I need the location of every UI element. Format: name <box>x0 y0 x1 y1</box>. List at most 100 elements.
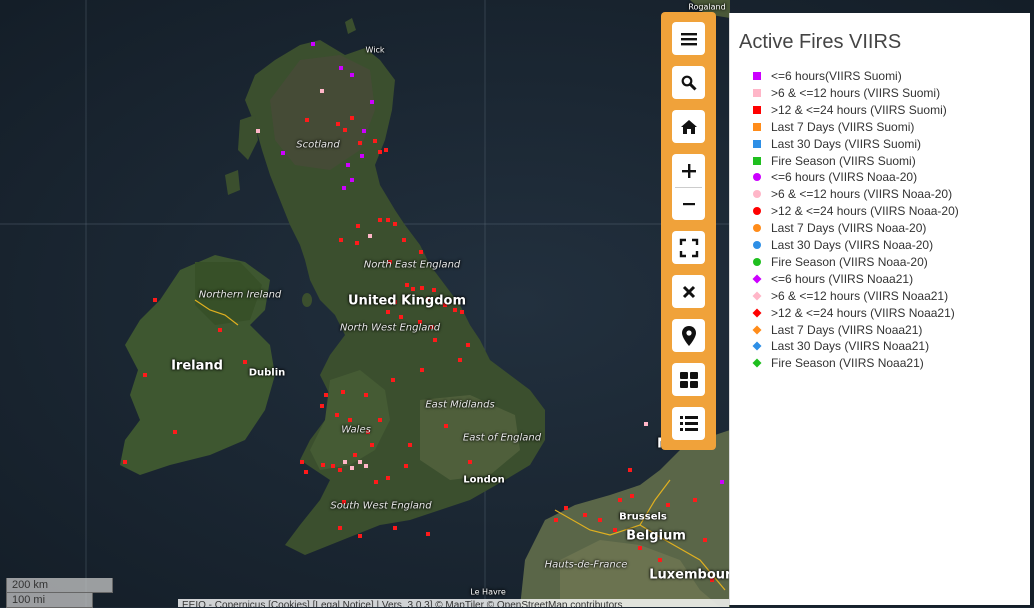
fire-point <box>554 518 558 522</box>
fire-point <box>458 358 462 362</box>
legend-item-label: Last 7 Days (VIIRS Noaa-20) <box>771 221 927 236</box>
fire-point <box>658 558 662 562</box>
fire-point <box>402 238 406 242</box>
legend-item: Last 30 Days (VIIRS Suomi) <box>750 136 921 152</box>
fire-point <box>466 343 470 347</box>
grid-icon <box>679 371 698 388</box>
fire-point <box>350 178 354 182</box>
fire-point <box>243 360 247 364</box>
fire-point <box>408 443 412 447</box>
legend-item: Last 30 Days (VIIRS Noaa21) <box>750 338 929 354</box>
fire-point <box>281 151 285 155</box>
fire-point <box>564 506 568 510</box>
fire-point <box>386 476 390 480</box>
place-label-dublin: Dublin <box>248 367 286 379</box>
fire-point <box>355 241 359 245</box>
legend-symbol-diamond <box>752 308 762 318</box>
place-label-wick: Wick <box>365 45 385 55</box>
fire-point <box>320 404 324 408</box>
fire-point <box>411 287 415 291</box>
fire-point <box>386 218 390 222</box>
legend-item-label: >12 & <=24 hours (VIIRS Suomi) <box>771 102 947 117</box>
legend-symbol-circle <box>753 190 761 199</box>
fire-point <box>598 518 602 522</box>
legend-item: Last 7 Days (VIIRS Noaa-20) <box>750 220 926 236</box>
fire-point <box>444 424 448 428</box>
legend-item-label: <=6 hours (VIIRS Noaa-20) <box>771 170 918 185</box>
location-button[interactable] <box>672 319 705 352</box>
legend-item: <=6 hours (VIIRS Noaa21) <box>750 271 913 287</box>
zoom-out-button[interactable] <box>672 187 705 220</box>
fire-point <box>346 163 350 167</box>
legend-item-label: Last 7 Days (VIIRS Noaa21) <box>771 322 923 337</box>
fire-point <box>348 418 352 422</box>
fire-point <box>370 443 374 447</box>
menu-icon <box>680 32 697 45</box>
place-label-le-havre: Le Havre <box>470 587 506 597</box>
fire-point <box>399 315 403 319</box>
fire-point <box>350 73 354 77</box>
fire-point <box>343 128 347 132</box>
place-label-united-kingdom: United Kingdom <box>347 293 467 309</box>
legend-item: Last 30 Days (VIIRS Noaa-20) <box>750 237 933 253</box>
map-marker-icon <box>681 325 696 346</box>
legend-symbol-circle <box>753 257 761 266</box>
map-toolbar <box>661 12 716 450</box>
fire-point <box>420 368 424 372</box>
fire-point <box>321 463 325 467</box>
legend-item: >6 & <=12 hours (VIIRS Suomi) <box>750 85 940 101</box>
legend-item: <=6 hours (VIIRS Noaa-20) <box>750 169 917 185</box>
legend-item-label: Last 7 Days (VIIRS Suomi) <box>771 119 915 134</box>
legend-item-label: >12 & <=24 hours (VIIRS Noaa21) <box>771 305 955 320</box>
place-label-belgium: Belgium <box>626 528 686 544</box>
scale-bar-mi: 100 mi <box>6 593 93 608</box>
fire-point <box>320 89 324 93</box>
fire-point <box>358 460 362 464</box>
place-label-london: London <box>463 474 505 486</box>
fire-point <box>460 310 464 314</box>
close-button[interactable] <box>672 275 705 308</box>
basemap-button[interactable] <box>672 363 705 396</box>
fire-point <box>356 224 360 228</box>
fire-point <box>350 466 354 470</box>
legend-item-label: >6 & <=12 hours (VIIRS Noaa-20) <box>771 187 953 202</box>
place-label-east-of-england: East of England <box>462 432 542 444</box>
fire-point <box>378 218 382 222</box>
fire-point <box>703 538 707 542</box>
legend-symbol-diamond <box>752 358 762 368</box>
legend-symbol-circle <box>753 224 761 233</box>
legend-title: Active Fires VIIRS <box>739 31 902 53</box>
legend-symbol-square <box>753 105 761 114</box>
fire-point <box>453 308 457 312</box>
fire-point <box>368 234 372 238</box>
fire-point <box>358 534 362 538</box>
zoom-in-button[interactable] <box>672 154 705 187</box>
fire-point <box>335 413 339 417</box>
fire-point <box>342 186 346 190</box>
legend-symbol-diamond <box>752 291 762 301</box>
close-icon <box>682 285 695 298</box>
fire-point <box>370 100 374 104</box>
legend-item: >12 & <=24 hours (VIIRS Suomi) <box>750 102 947 118</box>
fire-point <box>386 310 390 314</box>
fire-point <box>305 118 309 122</box>
search-button[interactable] <box>672 66 705 99</box>
place-label-wales: Wales <box>341 424 371 436</box>
menu-button[interactable] <box>672 22 705 55</box>
home-icon <box>680 119 697 134</box>
layer-list-button[interactable] <box>672 407 705 440</box>
fullscreen-button[interactable] <box>672 231 705 264</box>
fire-point <box>468 460 472 464</box>
list-icon <box>679 416 698 431</box>
fire-point <box>362 129 366 133</box>
fire-point <box>404 464 408 468</box>
fire-point <box>618 498 622 502</box>
place-label-hauts-de-france: Hauts-de-France <box>544 559 628 571</box>
place-label-south-west-england: South West England <box>330 500 432 512</box>
place-label-north-east-england: North East England <box>363 259 461 271</box>
legend-symbol-circle <box>753 173 761 182</box>
legend-item-label: >12 & <=24 hours (VIIRS Noaa-20) <box>771 204 959 219</box>
home-button[interactable] <box>672 110 705 143</box>
legend-item-label: Fire Season (VIIRS Noaa21) <box>771 356 924 371</box>
place-label-east-midlands: East Midlands <box>425 399 495 411</box>
